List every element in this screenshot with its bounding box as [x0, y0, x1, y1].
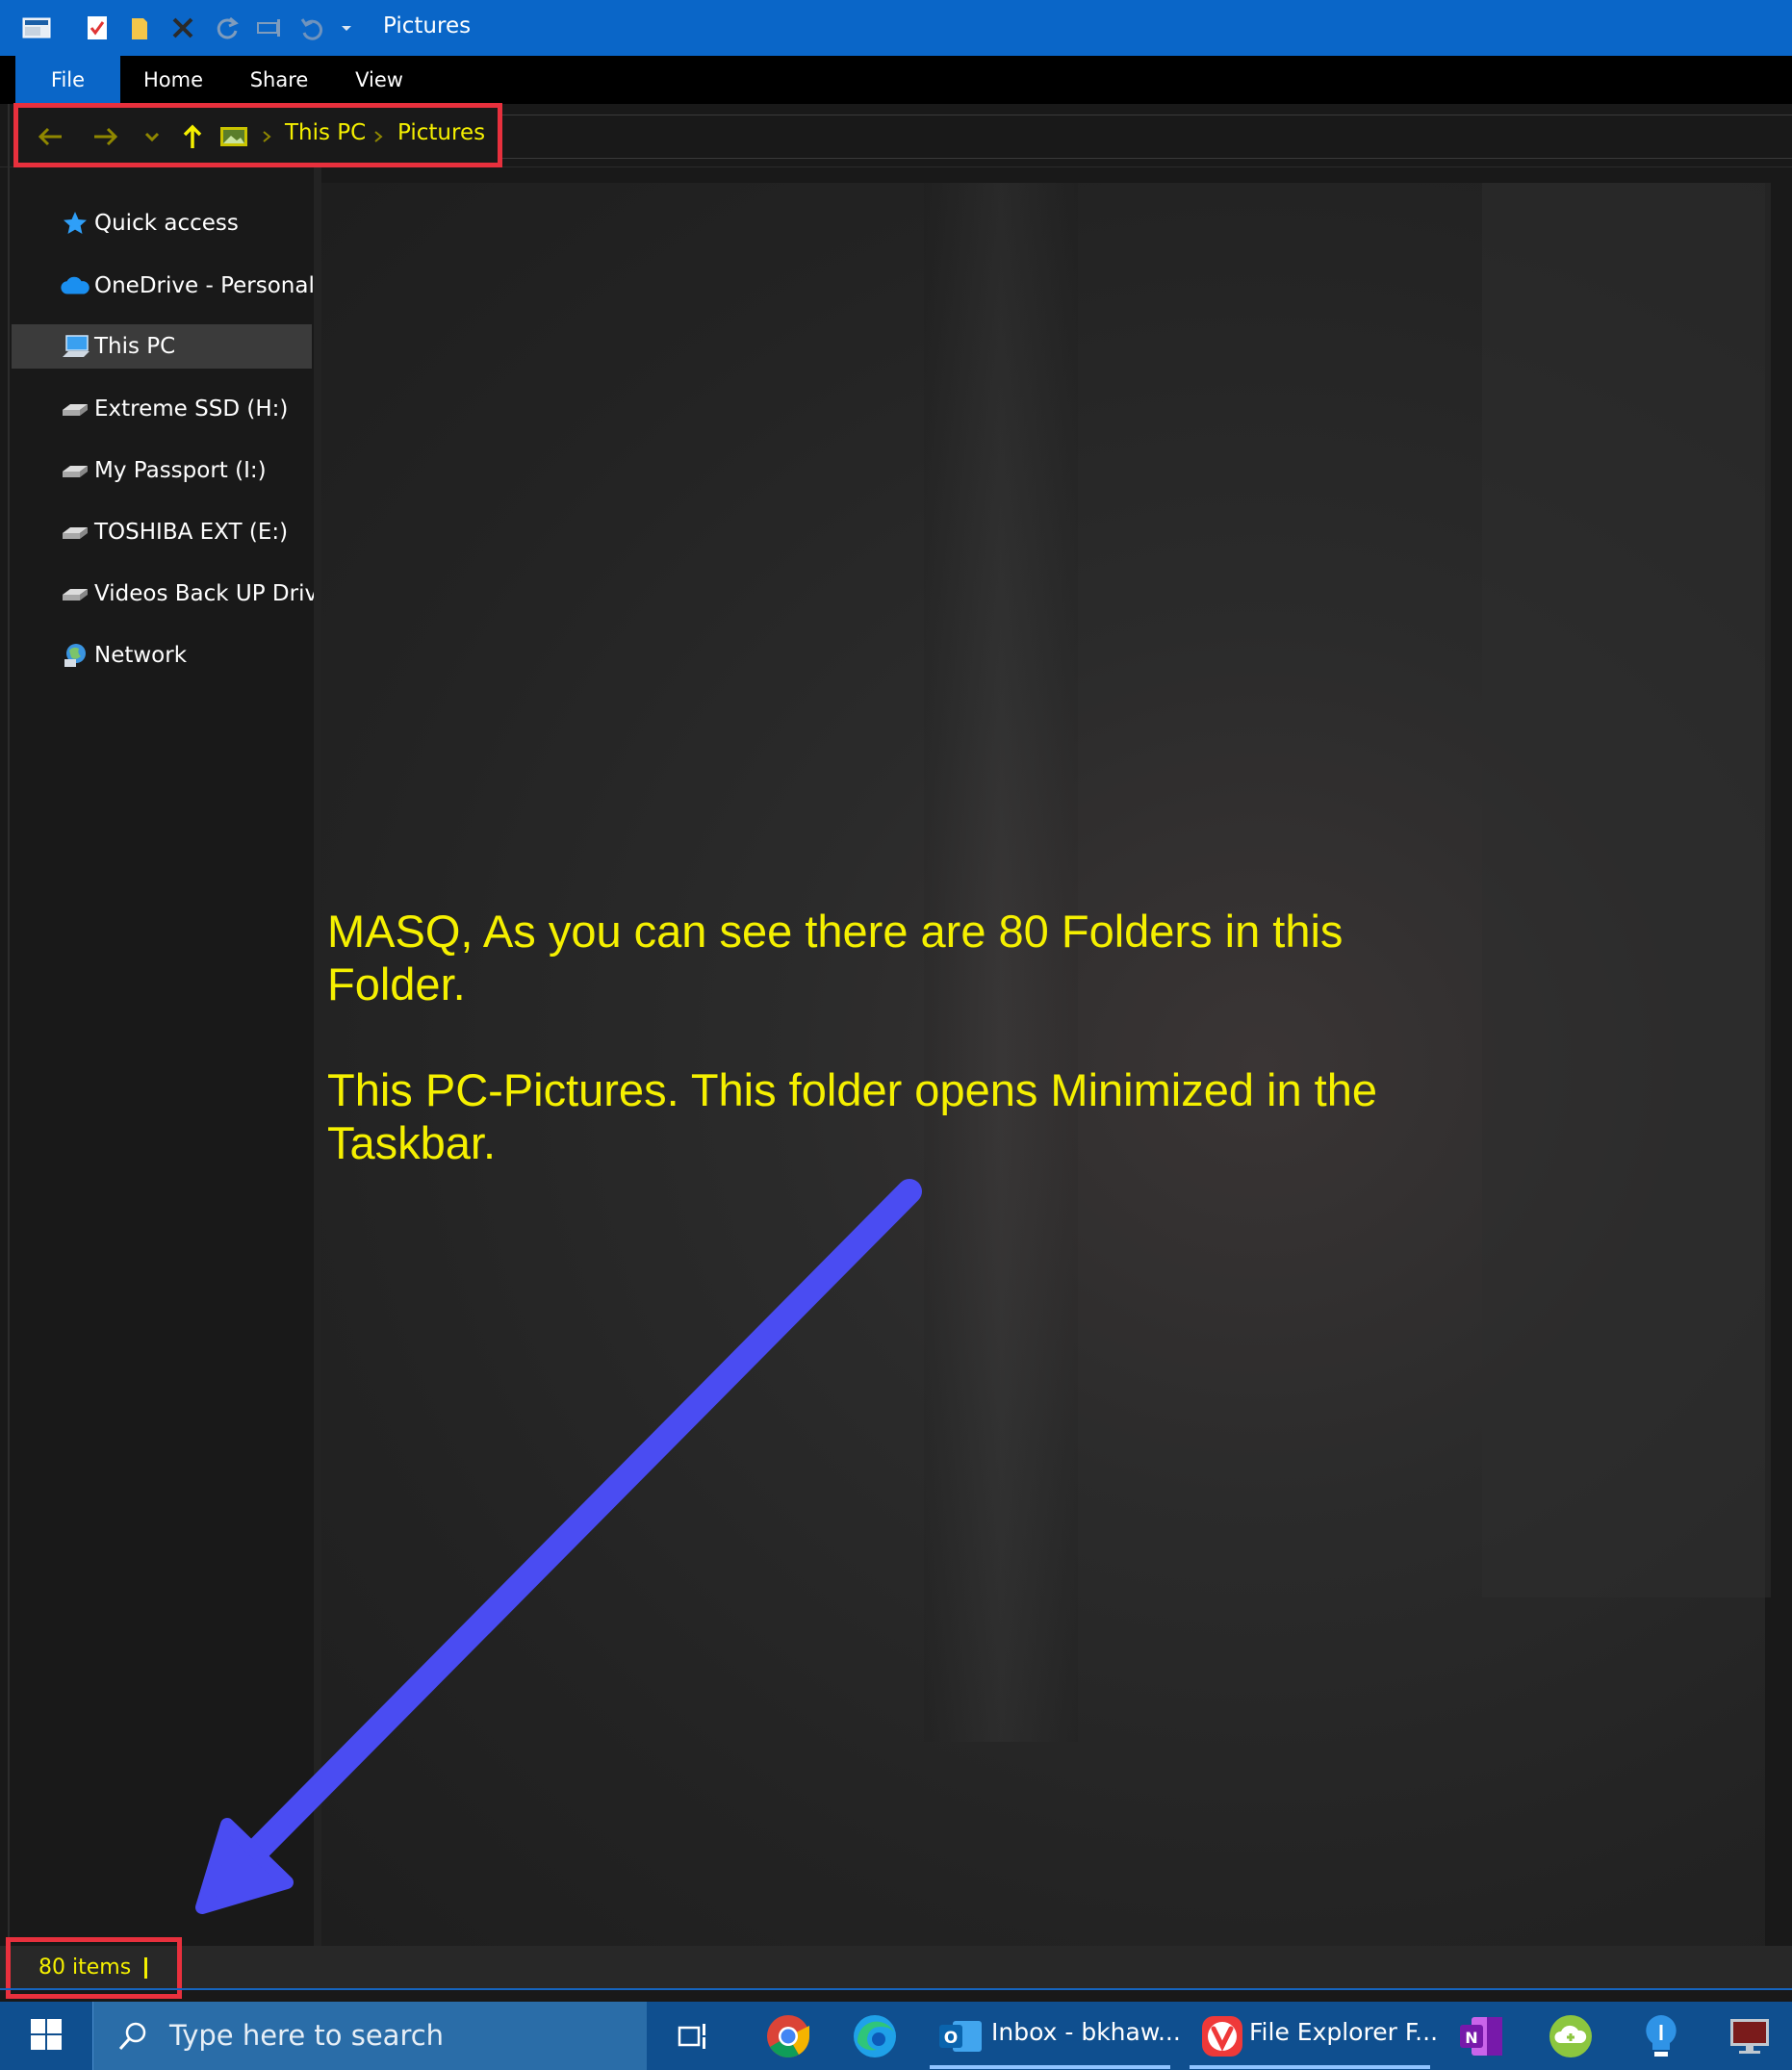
content-right-shade	[1482, 183, 1771, 1597]
outlook-icon[interactable]: O	[935, 2011, 986, 2061]
delete-icon[interactable]	[167, 0, 198, 56]
status-bar	[0, 1946, 1792, 1990]
tab-home[interactable]: Home	[135, 56, 212, 104]
annotation-line-1: MASQ, As you can see there are 80 Folder…	[327, 906, 1344, 1009]
nav-item-label: OneDrive - Personal	[94, 273, 315, 298]
file-explorer-window: Pictures File Home Share View This PC Pi…	[0, 0, 1792, 2070]
tab-view[interactable]: View	[343, 56, 416, 104]
window-left-edge	[8, 104, 10, 1990]
annotation-line-2: This PC-Pictures. This folder opens Mini…	[327, 1064, 1378, 1168]
chrome-icon[interactable]	[763, 2011, 813, 2061]
customize-toolbar-chevron-icon[interactable]	[335, 0, 358, 56]
window-menu-icon[interactable]	[17, 0, 56, 56]
nav-item-extreme-ssd[interactable]: Extreme SSD (H:)	[12, 387, 312, 431]
navigation-pane	[12, 167, 314, 1946]
nav-item-label: Extreme SSD (H:)	[94, 396, 289, 422]
address-highlight-box	[13, 103, 502, 167]
tab-file[interactable]: File	[15, 56, 120, 104]
nav-item-network[interactable]: Network	[12, 633, 312, 677]
task-view-icon[interactable]	[668, 2011, 718, 2061]
svg-text:O: O	[944, 2029, 958, 2048]
new-folder-icon[interactable]	[125, 0, 154, 56]
windows-logo-icon	[30, 2018, 63, 2055]
onenote-icon[interactable]: N	[1456, 2011, 1506, 2061]
taskbar-running-indicator	[1190, 2065, 1430, 2069]
nav-item-label: Network	[94, 643, 188, 668]
nav-item-videos-backup-drive[interactable]: Videos Back UP Drive	[12, 572, 331, 616]
search-icon	[108, 2011, 158, 2061]
nav-item-label: Quick access	[94, 211, 239, 236]
cloud-icon	[60, 272, 90, 299]
start-button[interactable]	[0, 2002, 92, 2070]
cloud-backup-icon[interactable]	[1546, 2011, 1596, 2061]
nav-item-onedrive[interactable]: OneDrive - Personal	[12, 264, 315, 308]
redo-icon[interactable]	[212, 0, 243, 56]
undo-icon[interactable]	[296, 0, 327, 56]
window-title: Pictures	[383, 13, 472, 38]
taskbar-app-label-outlook[interactable]: Inbox - bkhaw...	[991, 2018, 1181, 2046]
drive-icon	[60, 457, 90, 484]
tab-share[interactable]: Share	[241, 56, 318, 104]
taskbar-running-indicator	[930, 2065, 1170, 2069]
nav-item-label: My Passport (I:)	[94, 458, 267, 483]
nav-item-toshiba-ext[interactable]: TOSHIBA EXT (E:)	[12, 510, 312, 554]
taskbar-app-label-file-explorer[interactable]: File Explorer F...	[1249, 2018, 1438, 2046]
nav-item-quick-access[interactable]: Quick access	[12, 201, 312, 245]
properties-icon[interactable]	[83, 0, 112, 56]
network-icon	[60, 642, 90, 669]
computer-icon	[60, 333, 90, 360]
nav-item-label: This PC	[94, 334, 176, 359]
remote-desktop-icon[interactable]	[1725, 2011, 1775, 2061]
nav-item-label: Videos Back UP Drive	[94, 581, 332, 606]
status-bar-border	[0, 1988, 1792, 1990]
search-placeholder: Type here to search	[169, 2019, 445, 2052]
address-field[interactable]	[500, 115, 1792, 159]
nav-item-my-passport[interactable]: My Passport (I:)	[12, 448, 312, 493]
drive-icon	[60, 396, 90, 422]
nav-item-this-pc[interactable]: This PC	[12, 324, 312, 369]
svg-text:N: N	[1465, 2029, 1477, 2047]
pane-splitter[interactable]	[314, 167, 321, 1946]
annotation-text: MASQ, As you can see there are 80 Folder…	[327, 905, 1482, 1169]
rename-icon[interactable]	[254, 0, 285, 56]
star-icon	[60, 210, 90, 237]
vivaldi-icon[interactable]	[1197, 2011, 1247, 2061]
nav-item-label: TOSHIBA EXT (E:)	[94, 520, 289, 545]
edge-icon[interactable]	[850, 2011, 900, 2061]
drive-icon	[60, 519, 90, 546]
drive-icon	[60, 580, 90, 607]
tips-lightbulb-icon[interactable]	[1636, 2011, 1686, 2061]
